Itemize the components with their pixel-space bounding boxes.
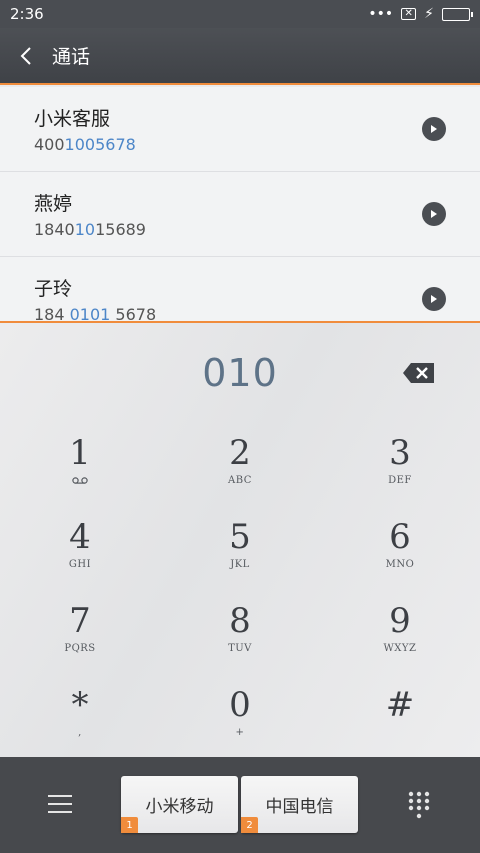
sim2-label: 中国电信	[265, 797, 334, 817]
contact-detail-button[interactable]	[422, 202, 446, 226]
sim1-badge: 1	[121, 817, 138, 833]
status-time: 2:36	[10, 5, 44, 23]
key-1[interactable]: 1	[0, 427, 160, 511]
more-dots-icon: •••	[368, 6, 394, 22]
contact-detail-button[interactable]	[422, 117, 446, 141]
contact-name: 子玲	[34, 278, 73, 300]
key-3[interactable]: 3 DEF	[320, 427, 480, 511]
key-2[interactable]: 2 ABC	[160, 427, 320, 511]
status-bar: 2:36 ••• ✕ ⚡	[0, 0, 480, 28]
contact-item[interactable]: 燕婷 18401015689	[0, 172, 480, 257]
back-arrow-icon	[20, 46, 31, 65]
key-5[interactable]: 5 JKL	[160, 511, 320, 595]
status-icons: ••• ✕ ⚡	[368, 6, 473, 22]
key-4[interactable]: 4 GHI	[0, 511, 160, 595]
sim1-label: 小米移动	[145, 797, 214, 817]
dialpad-area: 010 1 2 ABC 3 DEF 4 GHI 5 JKL 6 MNO 7 PQRS 8 TU…	[0, 323, 480, 757]
no-sim-icon: ✕	[401, 8, 417, 20]
contact-name: 燕婷	[34, 193, 73, 215]
contact-number: 184 0101 5678	[34, 305, 157, 323]
key-star[interactable]: *,	[0, 679, 160, 763]
play-arrow-icon	[431, 295, 437, 303]
menu-icon	[48, 795, 72, 797]
back-button[interactable]	[0, 46, 52, 66]
call-sim2-button[interactable]: 中国电信 2	[241, 776, 358, 833]
call-sim1-button[interactable]: 小米移动 1	[121, 776, 238, 833]
voicemail-icon	[72, 477, 88, 484]
key-9[interactable]: 9 WXYZ	[320, 595, 480, 679]
play-arrow-icon	[431, 125, 437, 133]
dialpad-toggle-icon[interactable]	[407, 791, 431, 821]
battery-icon	[442, 7, 473, 21]
page-title: 通话	[52, 46, 91, 68]
key-8[interactable]: 8 TUV	[160, 595, 320, 679]
contact-suggestions: 小米客服 4001005678 燕婷 18401015689 子玲 184 01…	[0, 87, 480, 323]
key-0[interactable]: 0 +	[160, 679, 320, 763]
bottom-action-bar: 小米移动 1 中国电信 2	[0, 757, 480, 853]
backspace-icon[interactable]	[402, 361, 436, 385]
keypad: 1 2 ABC 3 DEF 4 GHI 5 JKL 6 MNO 7 PQRS 8 TUV 9W…	[0, 427, 480, 763]
key-7[interactable]: 7 PQRS	[0, 595, 160, 679]
charging-bolt-icon: ⚡	[424, 6, 434, 22]
contact-number: 4001005678	[34, 135, 136, 154]
key-hash[interactable]: #	[320, 679, 480, 763]
contact-item[interactable]: 小米客服 4001005678	[0, 87, 480, 172]
menu-button[interactable]	[48, 795, 72, 815]
key-6[interactable]: 6 MNO	[320, 511, 480, 595]
contact-number: 18401015689	[34, 220, 146, 239]
contact-name: 小米客服	[34, 108, 111, 130]
contact-detail-button[interactable]	[422, 287, 446, 311]
sim2-badge: 2	[241, 817, 258, 833]
title-bar: 通话	[0, 28, 480, 85]
play-arrow-icon	[431, 210, 437, 218]
contact-item[interactable]: 子玲 184 0101 5678	[0, 257, 480, 323]
